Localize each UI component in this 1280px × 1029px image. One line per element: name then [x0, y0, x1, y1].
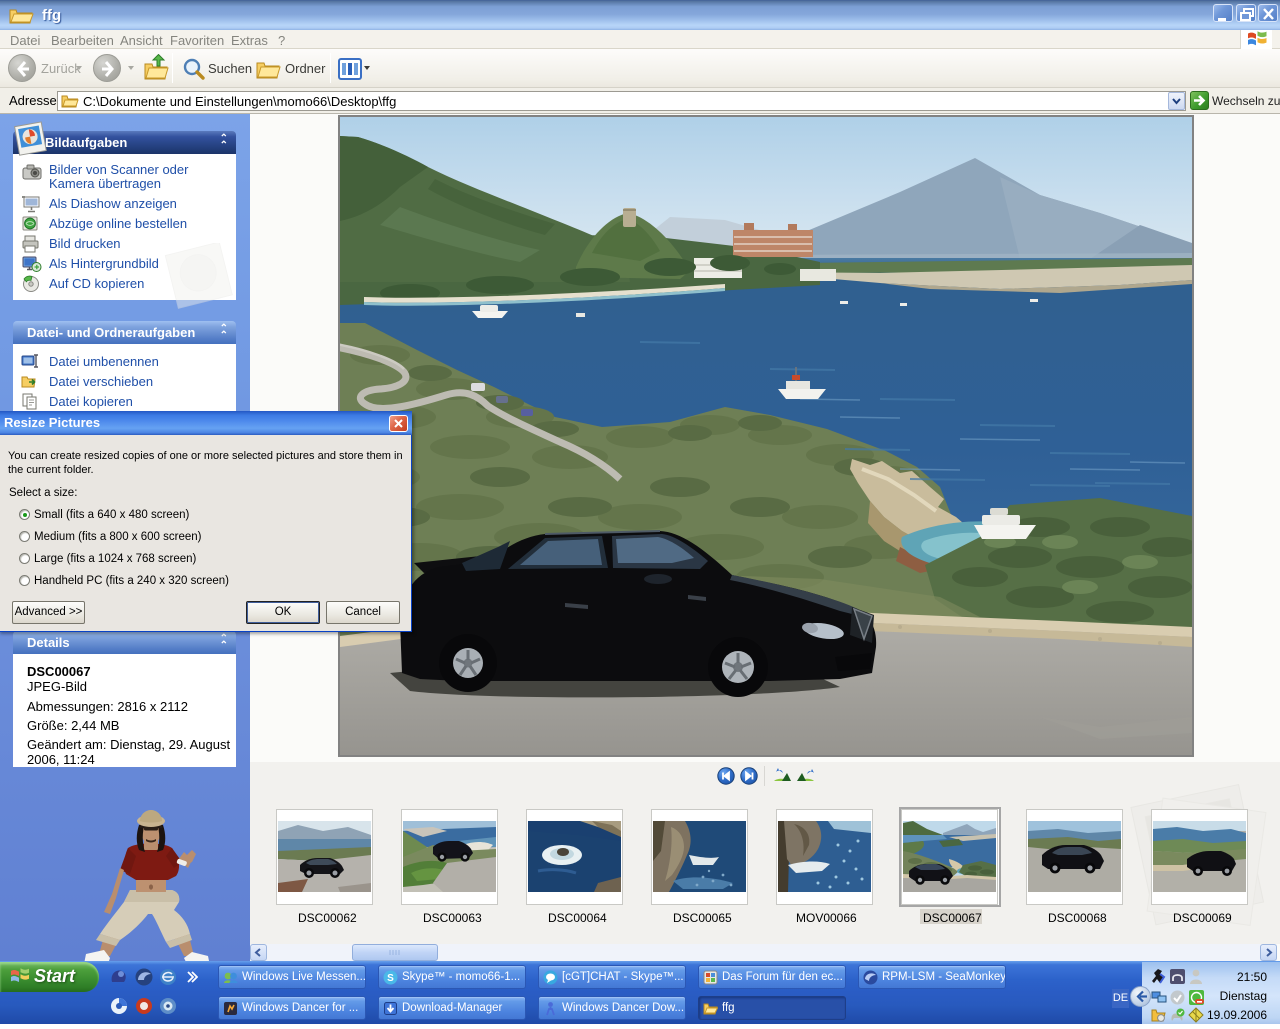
svg-text:S: S: [387, 973, 394, 984]
